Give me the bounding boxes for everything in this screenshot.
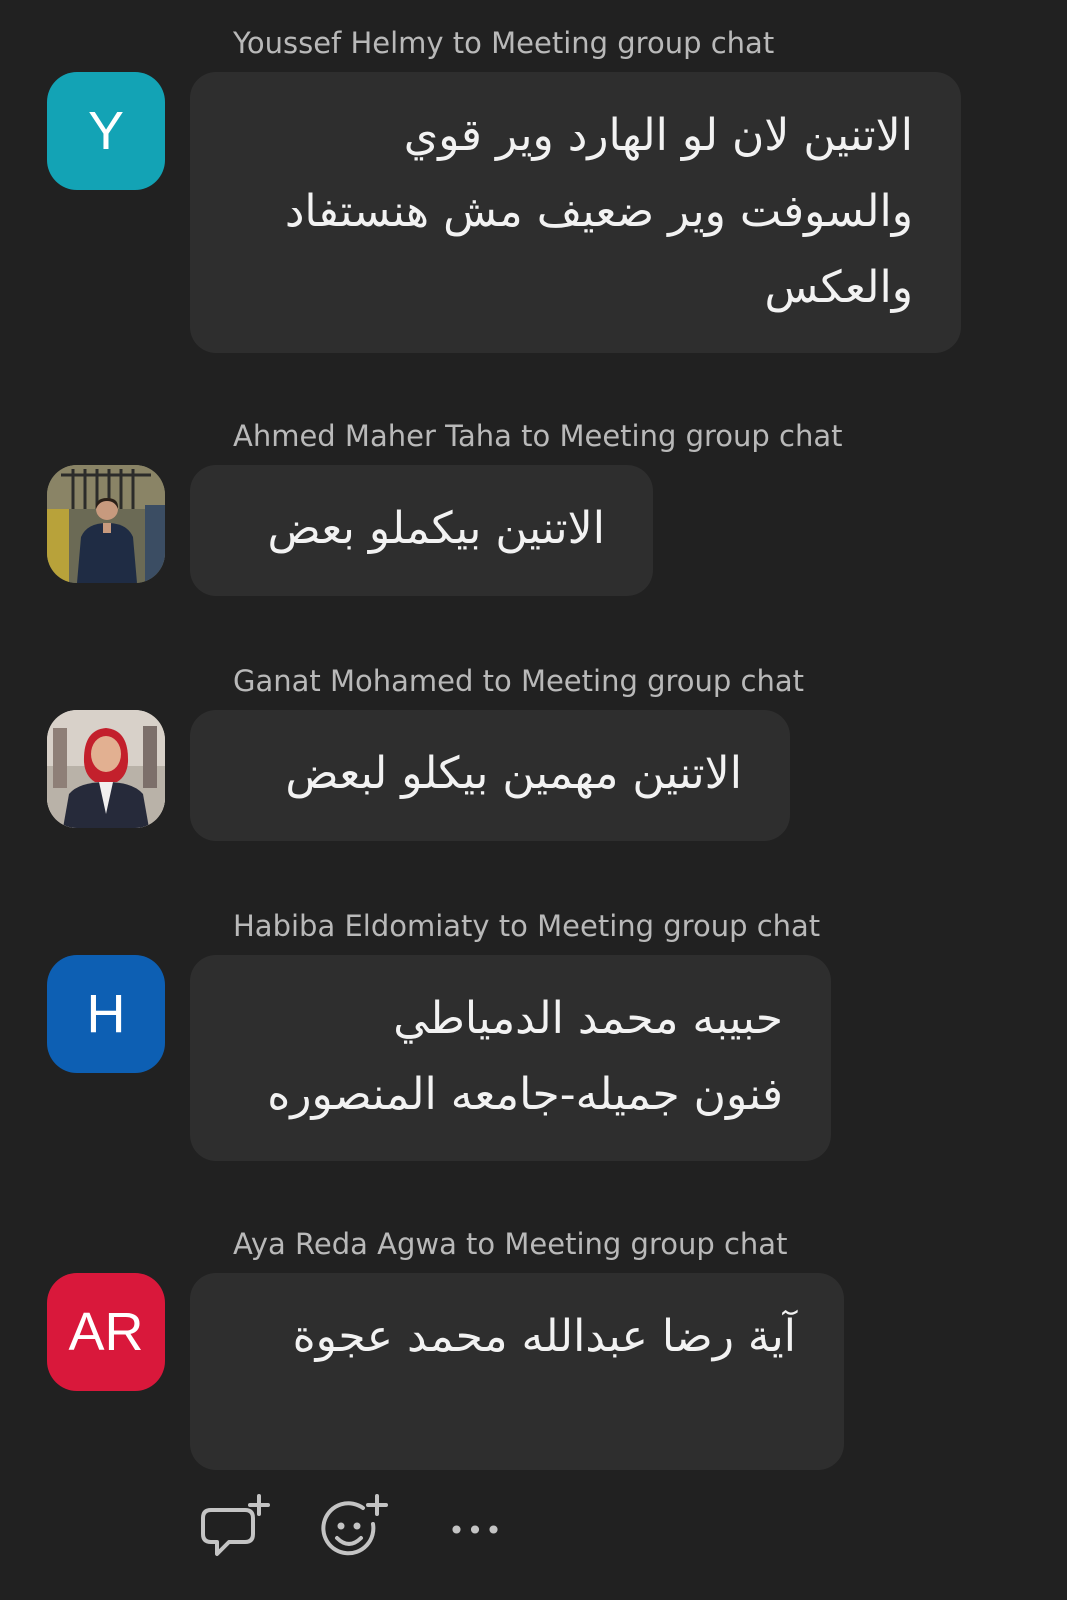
- message-bubble[interactable]: آية رضا عبدالله محمد عجوة: [190, 1273, 844, 1470]
- message-text: آية رضا عبدالله محمد عجوة: [292, 1311, 796, 1362]
- message-sender: Ganat Mohamed to Meeting group chat: [233, 664, 804, 698]
- avatar-initials: AR: [68, 1302, 144, 1362]
- avatar-initials: H: [86, 984, 126, 1044]
- message-bubble[interactable]: الاتنين مهمين بيكلو لبعض: [190, 710, 790, 841]
- message-bubble[interactable]: الاتنين لان لو الهارد وير قوي والسوفت وي…: [190, 72, 961, 353]
- emoji-add-icon: [321, 1494, 388, 1556]
- comment-add-icon: [201, 1494, 270, 1556]
- message-text: الاتنين بيكملو بعض: [267, 503, 605, 554]
- avatar[interactable]: AR: [47, 1273, 165, 1391]
- avatar[interactable]: Y: [47, 72, 165, 190]
- message-text: الاتنين لان لو الهارد وير قوي والسوفت وي…: [284, 110, 913, 313]
- message-bubble[interactable]: الاتنين بيكملو بعض: [190, 465, 653, 596]
- more-icon: •••: [448, 1513, 504, 1547]
- message-sender: Ahmed Maher Taha to Meeting group chat: [233, 419, 843, 453]
- message-sender: Youssef Helmy to Meeting group chat: [233, 26, 775, 60]
- avatar-initials: Y: [87, 101, 125, 161]
- avatar[interactable]: [47, 465, 165, 583]
- avatar[interactable]: [47, 710, 165, 828]
- reply-button[interactable]: [196, 1490, 276, 1570]
- avatar-photo-icon: [47, 710, 165, 828]
- message-sender: Aya Reda Agwa to Meeting group chat: [233, 1227, 788, 1261]
- avatar-photo-icon: [47, 465, 165, 583]
- message-bubble[interactable]: حبيبه محمد الدمياطي فنون جميله-جامعه الم…: [190, 955, 831, 1161]
- message-sender: Habiba Eldomiaty to Meeting group chat: [233, 909, 821, 943]
- avatar[interactable]: H: [47, 955, 165, 1073]
- message-text: الاتنين مهمين بيكلو لبعض: [285, 748, 742, 799]
- message-actions-toolbar: •••: [0, 1490, 1067, 1570]
- message-text: حبيبه محمد الدمياطي فنون جميله-جامعه الم…: [267, 993, 783, 1120]
- add-reaction-button[interactable]: [316, 1490, 396, 1570]
- more-options-button[interactable]: •••: [436, 1490, 516, 1570]
